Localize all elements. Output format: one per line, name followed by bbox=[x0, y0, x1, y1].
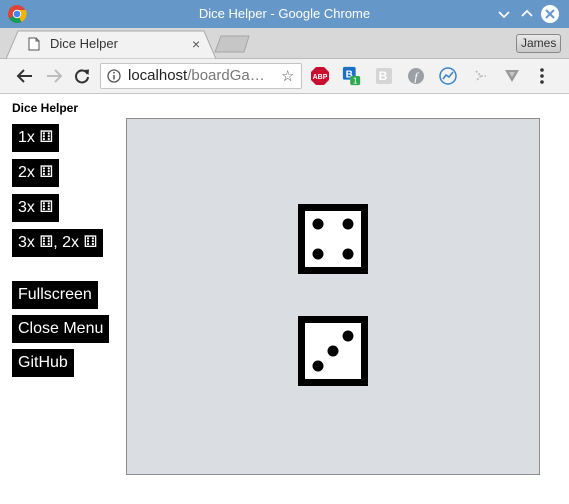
url-path: /boardGa… bbox=[187, 67, 265, 84]
address-bar[interactable]: localhost/boardGa… ☆ bbox=[100, 63, 302, 89]
info-icon[interactable] bbox=[107, 69, 121, 83]
die-pip bbox=[342, 248, 354, 260]
menu-title: Dice Helper bbox=[12, 101, 79, 115]
roll-3x-button[interactable]: 3x ⚅ bbox=[12, 194, 60, 222]
die-pip bbox=[342, 218, 354, 230]
extension-f-icon[interactable]: f bbox=[406, 66, 426, 86]
page-content: Dice Helper 1x ⚅ 2x ⚅ 3x ⚅ 3x ⚅, 2x ⚅ Fu… bbox=[0, 94, 569, 504]
chrome-menu-icon[interactable] bbox=[534, 67, 550, 85]
extension-arrow-icon[interactable] bbox=[470, 66, 490, 86]
bookmark-star-icon[interactable]: ☆ bbox=[281, 67, 294, 85]
tab-title: Dice Helper bbox=[50, 36, 118, 51]
window-titlebar: Dice Helper - Google Chrome bbox=[0, 0, 569, 28]
fullscreen-button[interactable]: Fullscreen bbox=[12, 281, 98, 309]
extension-v-icon[interactable] bbox=[502, 66, 522, 86]
maximize-icon[interactable] bbox=[517, 4, 537, 24]
extension-badge-count: 1 bbox=[353, 77, 358, 86]
adblock-plus-icon[interactable]: ABP bbox=[310, 66, 330, 86]
github-button[interactable]: GitHub bbox=[12, 349, 74, 377]
url-host: localhost bbox=[128, 67, 188, 84]
die-pip bbox=[312, 360, 324, 372]
tab-close-icon[interactable]: × bbox=[192, 36, 200, 52]
die-pip bbox=[312, 218, 324, 230]
minimize-icon[interactable] bbox=[494, 4, 514, 24]
close-window-icon[interactable] bbox=[540, 4, 560, 24]
back-arrow-icon[interactable] bbox=[15, 66, 35, 86]
tab-dice-helper[interactable]: Dice Helper × bbox=[6, 30, 216, 59]
page-icon bbox=[28, 37, 40, 51]
url-text: localhost/boardGa… bbox=[128, 67, 265, 84]
extension-b-icon[interactable]: B 1 bbox=[342, 66, 362, 86]
roll-3x-2x-button[interactable]: 3x ⚅, 2x ⚅ bbox=[12, 229, 104, 257]
die-pip bbox=[327, 345, 339, 357]
die-pip bbox=[312, 248, 324, 260]
profile-button[interactable]: James bbox=[516, 34, 562, 53]
window-title: Dice Helper - Google Chrome bbox=[198, 6, 371, 21]
roll-2x-button[interactable]: 2x ⚅ bbox=[12, 159, 60, 187]
browser-toolbar: localhost/boardGa… ☆ ABP B 1 B f bbox=[0, 59, 569, 94]
die-three[interactable] bbox=[298, 316, 368, 386]
extension-b-grey-icon[interactable]: B bbox=[374, 66, 394, 86]
die-four[interactable] bbox=[298, 204, 368, 274]
close-menu-button[interactable]: Close Menu bbox=[12, 315, 110, 343]
new-tab-button[interactable] bbox=[214, 35, 250, 53]
roll-1x-button[interactable]: 1x ⚅ bbox=[12, 124, 60, 152]
dice-board[interactable] bbox=[126, 118, 540, 475]
forward-arrow-icon[interactable] bbox=[44, 66, 64, 86]
extension-chart-icon[interactable] bbox=[438, 66, 458, 86]
tab-strip: Dice Helper × James bbox=[0, 28, 569, 59]
adblock-label: ABP bbox=[313, 74, 328, 81]
die-pip bbox=[342, 330, 354, 342]
reload-icon[interactable] bbox=[72, 66, 92, 86]
svg-text:B: B bbox=[379, 69, 388, 83]
